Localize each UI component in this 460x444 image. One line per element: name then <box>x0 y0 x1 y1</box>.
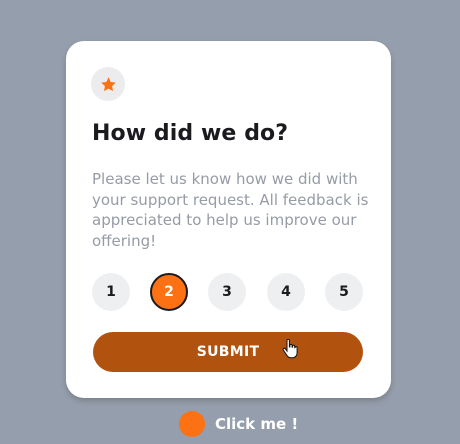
card-title: How did we do? <box>92 121 289 146</box>
click-me-label: Click me ! <box>215 414 299 433</box>
hand-cursor-icon <box>282 339 298 359</box>
rating-card: How did we do? Please let us know how we… <box>66 41 391 398</box>
rating-option-3[interactable]: 3 <box>208 273 246 311</box>
rating-option-1[interactable]: 1 <box>92 273 130 311</box>
click-me-button[interactable]: Click me ! <box>179 410 298 437</box>
rating-option-4[interactable]: 4 <box>267 273 305 311</box>
rating-options: 1 2 3 4 5 <box>92 273 363 313</box>
orange-dot-icon <box>179 410 205 437</box>
star-icon <box>100 76 116 91</box>
submit-button[interactable]: SUBMIT <box>93 332 363 372</box>
rating-option-2[interactable]: 2 <box>150 273 188 311</box>
card-description: Please let us know how we did with your … <box>92 170 369 250</box>
rating-option-5[interactable]: 5 <box>325 273 363 311</box>
star-badge <box>91 67 125 101</box>
